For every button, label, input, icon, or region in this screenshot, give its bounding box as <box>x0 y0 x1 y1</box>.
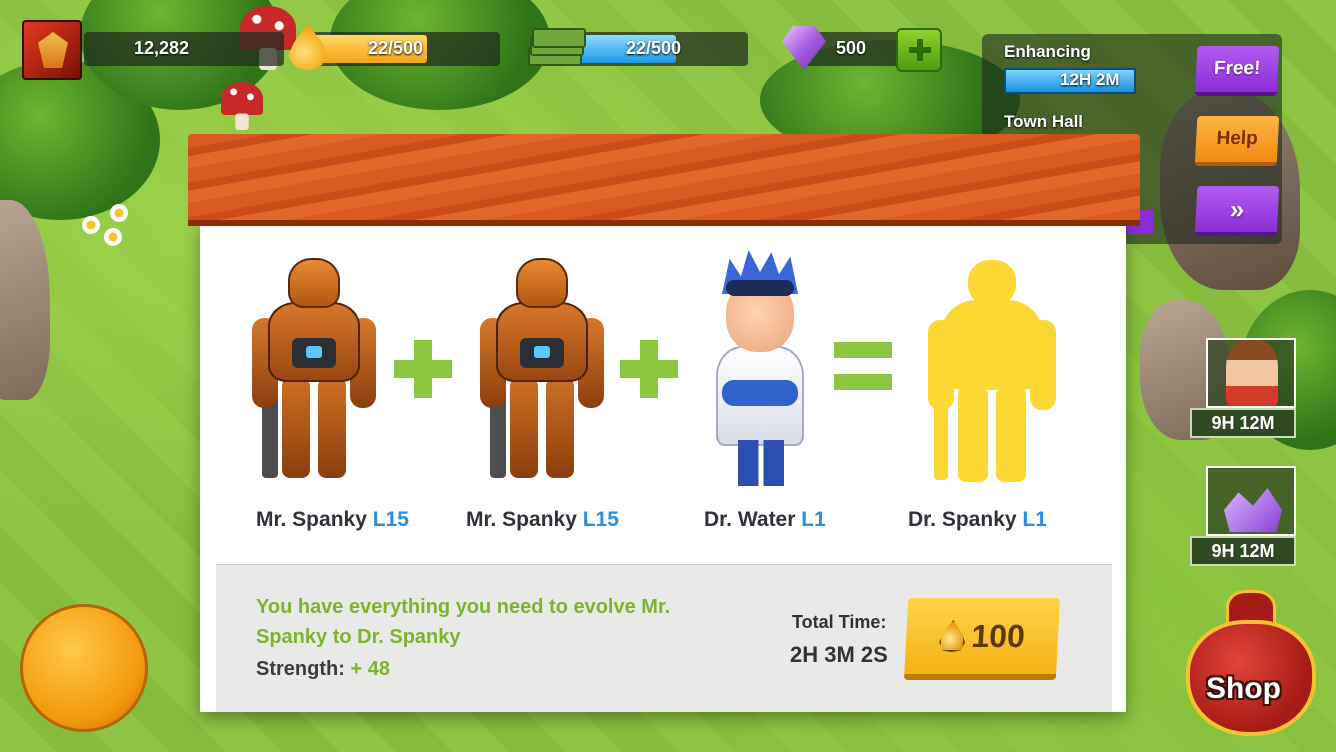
ingredient-2-name-text: Mr. Spanky <box>466 508 577 531</box>
mr-spanky-portrait[interactable] <box>480 258 604 484</box>
cash-icon <box>528 28 586 68</box>
strength-value: + 48 <box>350 658 390 680</box>
elixir-value: 22/500 <box>368 38 424 58</box>
flower-decoration <box>110 204 128 222</box>
evolve-description: You have everything you need to evolve M… <box>256 596 671 648</box>
result-level: L1 <box>1022 508 1047 531</box>
dr-spanky-silhouette[interactable] <box>928 260 1056 482</box>
mr-spanky-portrait[interactable] <box>252 258 376 484</box>
gem-mine-card[interactable] <box>1206 466 1296 536</box>
result-name: Dr. Spanky L1 <box>908 508 1047 532</box>
ingredient-3-name: Dr. Water L1 <box>704 508 826 532</box>
ingredient-2-level: L15 <box>582 508 619 531</box>
flower-decoration <box>82 216 100 234</box>
total-time-label: Total Time: <box>792 612 887 632</box>
ingredient-3-name-text: Dr. Water <box>704 508 796 531</box>
action-orb-button[interactable] <box>20 604 148 732</box>
gem-value: 500 <box>836 38 867 58</box>
ingredient-3-level: L1 <box>801 508 826 531</box>
plus-operator-icon <box>620 340 678 398</box>
dialog-wood-header <box>188 134 1140 226</box>
building-label: Town Hall <box>1004 112 1084 131</box>
score-value: 12,282 <box>134 38 190 58</box>
shop-button-label[interactable]: Shop <box>1206 672 1281 706</box>
ingredient-1-name-text: Mr. Spanky <box>256 508 367 531</box>
plus-operator-icon <box>394 340 452 398</box>
background-rock <box>0 200 50 400</box>
strength-label: Strength: <box>256 658 345 680</box>
buy-gems-plus-button[interactable] <box>896 28 942 72</box>
ingredient-1-level: L15 <box>372 508 409 531</box>
enhancing-timer: 12H 2M <box>1060 70 1120 89</box>
total-time-value: 2H 3M 2S <box>790 642 888 667</box>
boxer-portrait-icon <box>1226 340 1278 406</box>
help-button[interactable]: Help <box>1194 116 1280 166</box>
evolve-cost-amount: 100 <box>970 617 1026 654</box>
mushroom-decoration <box>221 82 263 130</box>
result-name-text: Dr. Spanky <box>908 508 1017 531</box>
evolve-cost-button[interactable]: 100 <box>903 598 1061 680</box>
free-button[interactable]: Free! <box>1194 46 1280 96</box>
player-avatar[interactable] <box>22 20 82 80</box>
cash-value: 22/500 <box>626 38 682 58</box>
dr-water-portrait[interactable] <box>712 250 808 486</box>
equals-operator-icon <box>834 342 892 392</box>
gem-mine-timer: 9H 12M <box>1190 536 1296 566</box>
flower-decoration <box>104 228 122 246</box>
strength-row: Strength: + 48 <box>256 658 390 681</box>
gem-pile-icon <box>1224 488 1282 532</box>
elixir-drop-icon <box>939 620 967 652</box>
boxer-event-card[interactable] <box>1206 338 1296 408</box>
shop-bag-icon[interactable] <box>1186 590 1316 740</box>
skip-button[interactable]: » <box>1194 186 1280 236</box>
boxer-event-timer: 9H 12M <box>1190 408 1296 438</box>
enhancing-label: Enhancing <box>1004 42 1091 61</box>
ingredient-1-name: Mr. Spanky L15 <box>256 508 409 532</box>
ingredient-2-name: Mr. Spanky L15 <box>466 508 619 532</box>
